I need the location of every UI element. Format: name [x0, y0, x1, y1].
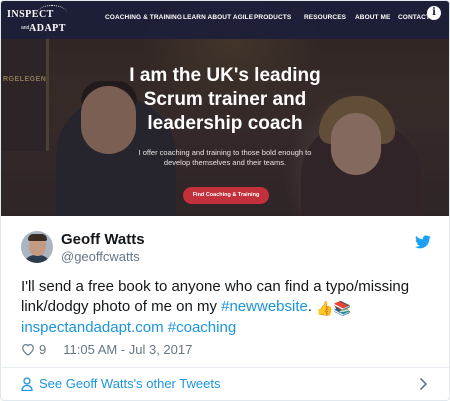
tweet-image[interactable]: RGELEGEN INSPECT and ADAPT COACHING & TR…	[1, 1, 449, 216]
headline-line: Scrum trainer and	[143, 89, 307, 110]
site-logo[interactable]: INSPECT and ADAPT	[7, 5, 71, 35]
author-handle[interactable]: @geoffcwatts	[61, 249, 140, 264]
tweet-text: I'll send a free book to anyone who can …	[21, 277, 431, 338]
site-navbar: INSPECT and ADAPT COACHING & TRAINING LE…	[1, 1, 449, 39]
nav-products[interactable]: PRODUCTS	[254, 14, 291, 21]
embedded-tweet-card: RGELEGEN INSPECT and ADAPT COACHING & TR…	[0, 0, 450, 401]
like-count[interactable]: 9	[39, 342, 46, 357]
author-name[interactable]: Geoff Watts	[61, 231, 145, 248]
heart-icon[interactable]	[21, 343, 35, 356]
subtext-line: I offer coaching and training to those b…	[138, 148, 312, 157]
hashtag-coaching[interactable]: #coaching	[168, 319, 236, 336]
find-coaching-button[interactable]: Find Coaching & Training	[183, 187, 269, 204]
nav-about-me[interactable]: ABOUT ME	[355, 14, 390, 21]
twitter-bird-icon[interactable]	[415, 235, 431, 249]
nav-coaching-training[interactable]: COACHING & TRAINING	[105, 14, 182, 21]
nav-contact[interactable]: CONTACT	[398, 14, 430, 21]
see-other-tweets-label: See Geoff Watts's other Tweets	[39, 376, 221, 391]
hero-subtext: I offer coaching and training to those b…	[111, 148, 339, 168]
tweet-text-part: .	[307, 298, 317, 315]
subtext-line: develop themselves and their teams.	[163, 158, 287, 167]
logo-text-bottom: ADAPT	[29, 23, 66, 34]
nav-resources[interactable]: RESOURCES	[304, 14, 346, 21]
hero-headline: I am the UK's leading Scrum trainer and …	[1, 64, 449, 136]
tweet-meta: 9 11:05 AM - Jul 3, 2017	[21, 341, 192, 357]
info-icon[interactable]: i	[427, 6, 441, 20]
headline-line: I am the UK's leading	[129, 65, 321, 86]
see-other-tweets-link[interactable]: See Geoff Watts's other Tweets	[1, 368, 449, 400]
chevron-right-icon	[419, 377, 428, 391]
avatar[interactable]	[21, 231, 53, 263]
website-link[interactable]: inspectandadapt.com	[21, 319, 164, 336]
logo-text-top: INSPECT	[7, 9, 54, 20]
thumbs-up-icon: 👍	[316, 300, 334, 316]
tweet-timestamp[interactable]: 11:05 AM - Jul 3, 2017	[63, 342, 192, 357]
person-icon	[21, 377, 33, 391]
nav-learn-about-agile[interactable]: LEARN ABOUT AGILE	[183, 14, 253, 21]
hashtag-newwebsite[interactable]: #newwebsite	[221, 298, 308, 315]
books-icon: 📚	[333, 300, 352, 316]
headline-line: leadership coach	[147, 113, 303, 134]
